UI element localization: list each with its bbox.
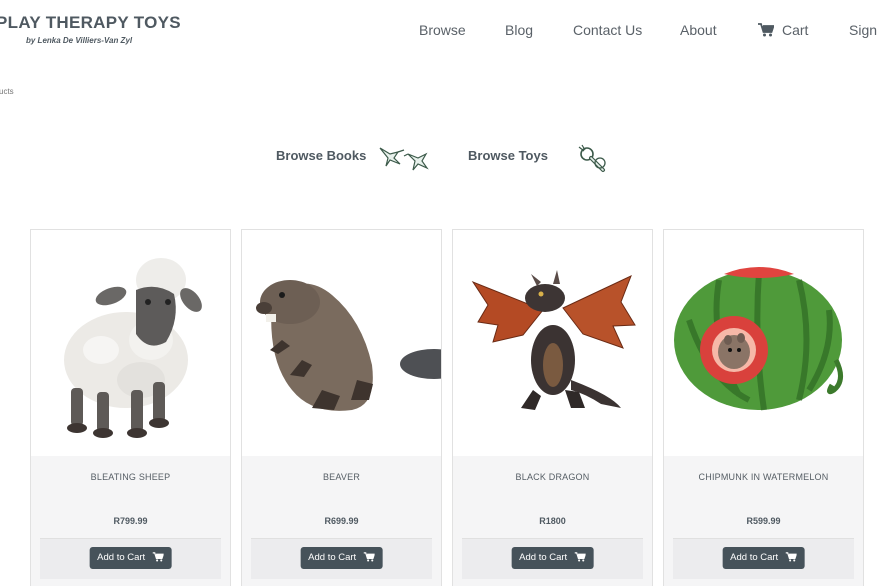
product-card[interactable]: CHIPMUNK IN WATERMELON R599.99 Add to Ca… (663, 229, 864, 586)
add-to-cart-button[interactable]: Add to Cart (300, 547, 383, 569)
product-card-footer: Add to Cart (462, 538, 643, 579)
cart-icon (152, 552, 165, 562)
magnifier-icon[interactable] (576, 143, 610, 180)
product-card-footer: Add to Cart (251, 538, 432, 579)
product-card-footer: Add to Cart (673, 538, 854, 579)
add-to-cart-button[interactable]: Add to Cart (722, 547, 805, 569)
product-price: R799.99 (113, 516, 148, 526)
product-image[interactable] (31, 230, 230, 456)
add-to-cart-label: Add to Cart (308, 552, 357, 563)
product-name[interactable]: BLEATING SHEEP (31, 472, 230, 482)
product-image[interactable] (242, 230, 468, 456)
browse-books-link[interactable]: Browse Books (276, 148, 366, 163)
add-to-cart-label: Add to Cart (97, 552, 146, 563)
product-name[interactable]: BEAVER (242, 472, 441, 482)
product-card-body: BLEATING SHEEP R799.99 Add to Cart (31, 456, 230, 586)
cart-icon (758, 23, 775, 40)
breadcrumb[interactable]: ucts (0, 87, 14, 96)
nav-cart[interactable]: Cart (758, 22, 808, 40)
add-to-cart-button[interactable]: Add to Cart (89, 547, 172, 569)
add-to-cart-label: Add to Cart (519, 552, 568, 563)
product-price: R1800 (539, 516, 566, 526)
product-price: R699.99 (324, 516, 359, 526)
product-image[interactable] (453, 230, 652, 456)
main-nav: Browse Blog Contact Us About Cart Sign (0, 22, 880, 42)
product-card-body: BLACK DRAGON R1800 Add to Cart (453, 456, 652, 586)
product-price: R599.99 (746, 516, 781, 526)
product-name[interactable]: BLACK DRAGON (453, 472, 652, 482)
product-name[interactable]: CHIPMUNK IN WATERMELON (664, 472, 863, 482)
cart-icon (574, 552, 587, 562)
cart-icon (363, 552, 376, 562)
nav-about[interactable]: About (680, 22, 717, 38)
nav-cart-label: Cart (782, 22, 809, 38)
product-card-body: CHIPMUNK IN WATERMELON R599.99 Add to Ca… (664, 456, 863, 586)
product-card-footer: Add to Cart (40, 538, 221, 579)
add-to-cart-button[interactable]: Add to Cart (511, 547, 594, 569)
nav-sign[interactable]: Sign (849, 22, 877, 38)
nav-browse[interactable]: Browse (419, 22, 466, 38)
cart-icon (785, 552, 798, 562)
nav-blog[interactable]: Blog (505, 22, 533, 38)
product-card-body: BEAVER R699.99 Add to Cart (242, 456, 441, 586)
add-to-cart-label: Add to Cart (730, 552, 779, 563)
product-card[interactable]: BLEATING SHEEP R799.99 Add to Cart (30, 229, 231, 586)
product-card[interactable]: BLACK DRAGON R1800 Add to Cart (452, 229, 653, 586)
browse-toys-link[interactable]: Browse Toys (468, 148, 548, 163)
product-image[interactable] (664, 230, 863, 456)
hummingbird-icon[interactable] (378, 144, 430, 177)
product-card[interactable]: BEAVER R699.99 Add to Cart (241, 229, 468, 586)
nav-contact-us[interactable]: Contact Us (573, 22, 642, 38)
